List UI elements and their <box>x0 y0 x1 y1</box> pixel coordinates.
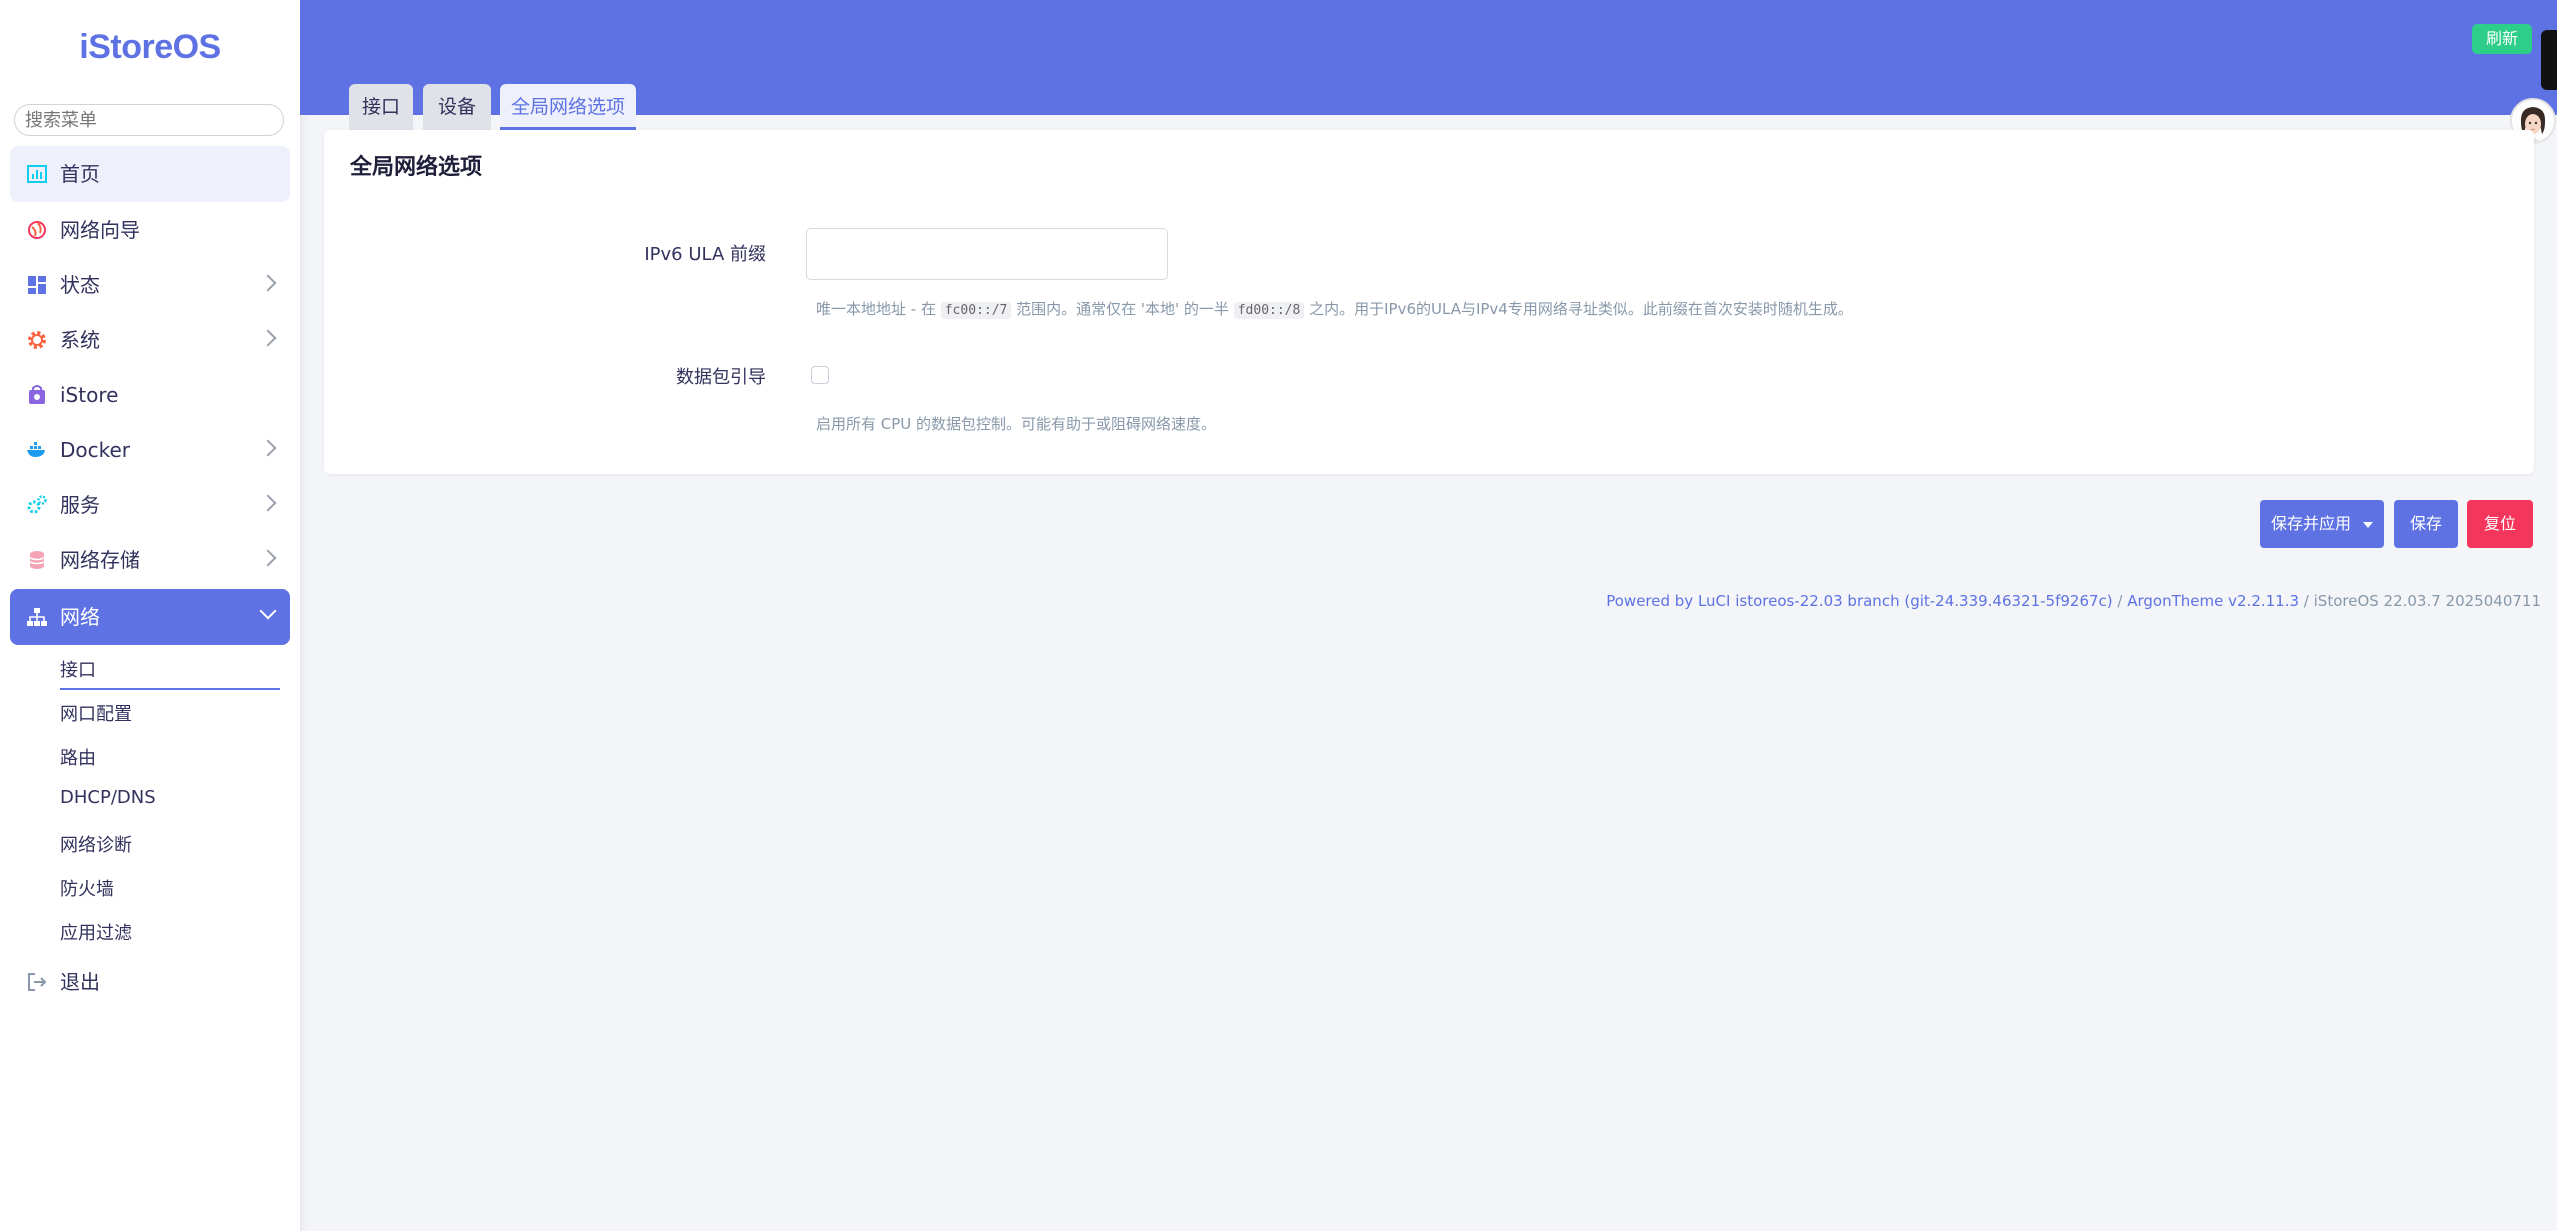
os-version: iStoreOS 22.03.7 2025040711 <box>2313 592 2541 610</box>
footer-separator: / <box>2299 592 2314 610</box>
sidebar-item-system[interactable]: 系统 <box>10 312 290 368</box>
sidebar-subitem-firewall[interactable]: 防火墙 <box>60 875 114 901</box>
sidebar-item-label: 网络存储 <box>60 548 140 572</box>
ula-prefix-help: 唯一本地地址 - 在 fc00::/7 范围内。通常仅在 '本地' 的一半 fd… <box>816 298 1853 319</box>
sidebar-item-label: 退出 <box>60 970 100 994</box>
help-code: fc00::/7 <box>940 302 1012 319</box>
chevron-right-icon <box>259 329 277 347</box>
sidebar-item-label: 网络向导 <box>60 218 140 242</box>
footer-separator: / <box>2112 592 2128 610</box>
sidebar-item-label: 首页 <box>60 162 100 186</box>
sidebar: iStoreOS 首页 网络向导 状态 <box>0 0 301 1231</box>
gear-icon <box>28 331 46 349</box>
sidebar-subitem-interfaces[interactable]: 接口 <box>60 656 280 690</box>
tab-devices[interactable]: 设备 <box>423 84 491 130</box>
chart-icon <box>27 165 47 183</box>
sidebar-item-status[interactable]: 状态 <box>10 257 290 313</box>
network-icon <box>27 608 47 626</box>
sidebar-item-network-storage[interactable]: 网络存储 <box>10 532 290 588</box>
footer: Powered by LuCI istoreos-22.03 branch (g… <box>1606 592 2541 610</box>
services-icon <box>27 495 47 514</box>
sidebar-item-istore[interactable]: iStore <box>10 367 290 423</box>
tab-global-network-options[interactable]: 全局网络选项 <box>500 84 636 130</box>
database-icon <box>29 551 45 569</box>
chevron-right-icon <box>259 549 277 567</box>
chevron-right-icon <box>259 274 277 292</box>
logo[interactable]: iStoreOS <box>0 28 300 67</box>
sidebar-subitem-port-config[interactable]: 网口配置 <box>60 700 132 726</box>
help-text: 之内。用于IPv6的ULA与IPv4专用网络寻址类似。此前缀在首次安装时随机生成… <box>1309 300 1853 318</box>
tab-interfaces[interactable]: 接口 <box>349 84 413 130</box>
dashboard-icon <box>28 276 46 294</box>
docker-icon <box>27 442 45 457</box>
sidebar-item-label: 系统 <box>60 328 100 352</box>
sidebar-subitem-routing[interactable]: 路由 <box>60 744 96 770</box>
sidebar-item-label: iStore <box>60 383 119 407</box>
reset-button[interactable]: 复位 <box>2467 500 2533 548</box>
chevron-down-icon <box>259 602 277 620</box>
sidebar-item-label: 服务 <box>60 493 100 517</box>
sidebar-item-network-wizard[interactable]: 网络向导 <box>10 202 290 258</box>
sidebar-item-label: 网络 <box>60 605 100 629</box>
header-bar <box>300 0 2557 115</box>
store-icon <box>29 385 45 404</box>
refresh-button[interactable]: 刷新 <box>2472 24 2532 54</box>
sidebar-subitem-diagnostics[interactable]: 网络诊断 <box>60 831 132 857</box>
sidebar-subitem-app-filter[interactable]: 应用过滤 <box>60 919 132 945</box>
sidebar-item-label: 状态 <box>60 273 100 297</box>
help-code: fd00::/8 <box>1233 302 1305 319</box>
sidebar-item-logout[interactable]: 退出 <box>10 954 290 1010</box>
logout-icon <box>28 973 47 991</box>
save-apply-button[interactable]: 保存并应用 <box>2260 500 2384 548</box>
packet-steering-checkbox[interactable] <box>811 366 829 384</box>
sidebar-subitem-dhcp-dns[interactable]: DHCP/DNS <box>60 787 156 808</box>
sidebar-item-docker[interactable]: Docker <box>10 422 290 478</box>
help-text: 范围内。通常仅在 '本地' 的一半 <box>1016 300 1229 318</box>
chevron-right-icon <box>259 494 277 512</box>
packet-steering-label: 数据包引导 <box>676 367 766 388</box>
chevron-right-icon <box>259 439 277 457</box>
side-panel-handle[interactable] <box>2541 30 2557 90</box>
sidebar-item-network[interactable]: 网络 <box>10 589 290 645</box>
sidebar-item-home[interactable]: 首页 <box>10 146 290 202</box>
luci-link[interactable]: Powered by LuCI istoreos-22.03 branch (g… <box>1606 592 2112 610</box>
menu-search-input[interactable] <box>14 104 284 136</box>
sidebar-item-label: Docker <box>60 438 131 462</box>
sidebar-item-services[interactable]: 服务 <box>10 477 290 533</box>
packet-steering-help: 启用所有 CPU 的数据包控制。可能有助于或阻碍网络速度。 <box>816 415 1217 433</box>
help-text: 唯一本地地址 - 在 <box>816 300 936 318</box>
globe-icon <box>28 221 46 239</box>
ula-prefix-label: IPv6 ULA 前缀 <box>644 244 766 265</box>
theme-link[interactable]: ArgonTheme v2.2.11.3 <box>2127 592 2299 610</box>
save-button[interactable]: 保存 <box>2394 500 2458 548</box>
section-title: 全局网络选项 <box>350 155 483 180</box>
save-apply-label: 保存并应用 <box>2270 514 2351 533</box>
ula-prefix-input[interactable] <box>806 228 1168 280</box>
caret-down-icon <box>2363 521 2373 528</box>
